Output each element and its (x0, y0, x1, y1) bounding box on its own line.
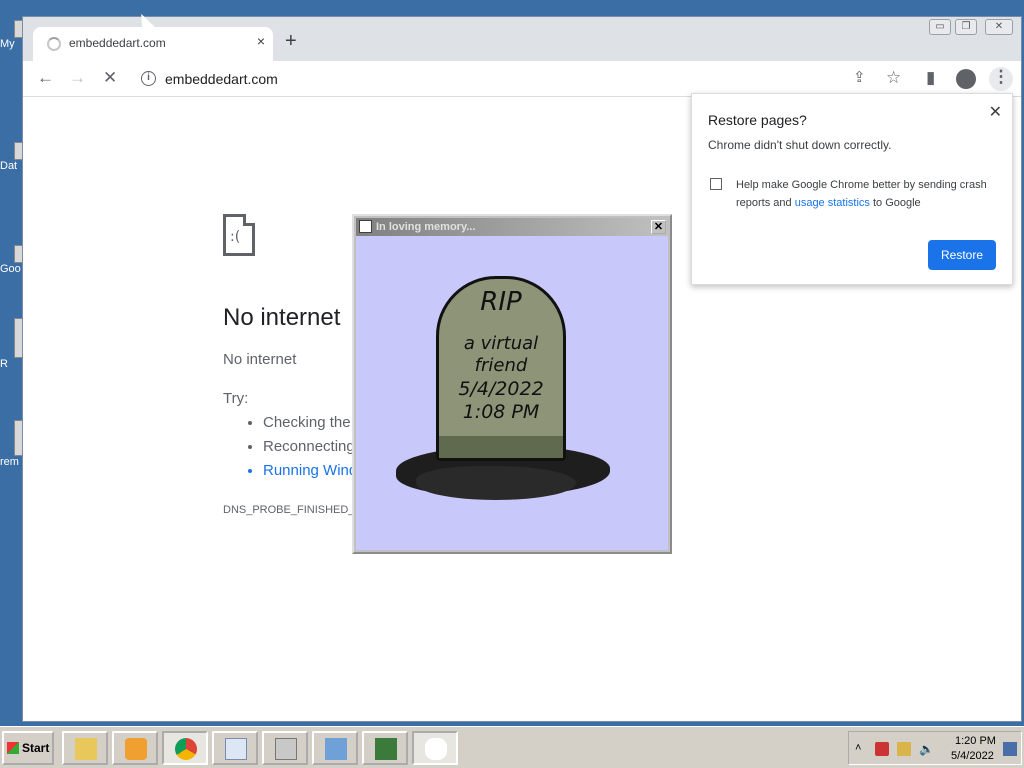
profile-icon[interactable] (956, 69, 976, 89)
suggestion-item: Reconnecting (263, 438, 357, 462)
taskbar-media[interactable] (112, 731, 158, 765)
back-arrow-icon[interactable]: ← (37, 68, 54, 88)
tombstone-line: 5/4/2022 (458, 378, 544, 400)
address-bar[interactable]: i embeddedart.com (135, 65, 855, 93)
info-icon[interactable]: i (141, 71, 156, 86)
file-icon (14, 142, 22, 160)
folder-icon (75, 738, 97, 760)
google-icon (14, 245, 22, 263)
tab-title: embeddedart.com (69, 36, 166, 50)
memory-window: In loving memory... ✕ RIP a virtual frie… (352, 214, 672, 554)
bunny-icon (425, 738, 447, 760)
memory-content: RIP a virtual friend 5/4/2022 1:08 PM (356, 236, 668, 550)
tombstone: RIP a virtual friend 5/4/2022 1:08 PM (436, 276, 566, 461)
tombstone-image: RIP a virtual friend 5/4/2022 1:08 PM (396, 276, 616, 506)
restore-message: Chrome didn't shut down correctly. (708, 138, 892, 152)
computer-icon (14, 20, 22, 38)
side-panel-icon[interactable]: ▮ (926, 68, 935, 88)
crash-report-label: Help make Google Chrome better by sendin… (736, 179, 987, 209)
taskbar-control-panel[interactable] (312, 731, 358, 765)
tombstone-line: RIP (480, 287, 522, 317)
suggestion-item: Checking the (263, 414, 357, 438)
clock-date[interactable]: 5/4/2022 (951, 750, 994, 762)
close-icon[interactable]: ✕ (989, 102, 1002, 122)
start-button[interactable]: Start (2, 731, 54, 765)
menu-kebab-icon[interactable]: ⋮ (989, 67, 1013, 91)
tab-embeddedart[interactable]: embeddedart.com × (33, 27, 273, 61)
tab-close-icon[interactable]: × (257, 33, 265, 49)
desktop-icon-5[interactable]: rem (0, 420, 22, 468)
chevron-up-icon[interactable]: ˄ (855, 742, 869, 756)
taskbar-chrome[interactable] (162, 731, 208, 765)
taskbar-explorer[interactable] (62, 731, 108, 765)
desktop-icon-3[interactable]: Goo (0, 245, 22, 275)
memory-title: In loving memory... (376, 221, 476, 233)
desktop-icon-2[interactable]: Dat (0, 142, 22, 172)
loading-spinner-icon (47, 37, 61, 51)
taskbar-notepad[interactable] (212, 731, 258, 765)
tab-strip: embeddedart.com × + ▭ ❐ ✕ (23, 17, 1021, 61)
restore-button[interactable]: Restore (928, 240, 996, 270)
security-alert-icon[interactable] (875, 742, 889, 756)
try-label: Try: (223, 390, 249, 407)
clock-time[interactable]: 1:20 PM (955, 735, 996, 747)
share-icon[interactable]: ⇪ (853, 68, 866, 88)
url-text: embeddedart.com (165, 71, 278, 87)
remote-icon (14, 420, 22, 456)
memory-titlebar[interactable]: In loving memory... ✕ (356, 218, 668, 236)
error-code: DNS_PROBE_FINISHED_N (223, 504, 363, 516)
restore-pages-popup: Restore pages? Chrome didn't shut down c… (691, 93, 1013, 285)
desktop-icon-1[interactable]: My (0, 20, 22, 50)
taskbar-windows[interactable] (262, 731, 308, 765)
desktop-icon-4[interactable]: R (0, 318, 22, 370)
error-subtitle: No internet (223, 351, 297, 368)
monitor-icon (375, 738, 397, 760)
volume-icon[interactable]: 🔈 (919, 742, 934, 756)
media-player-icon (125, 738, 147, 760)
restore-title: Restore pages? (708, 112, 807, 128)
tombstone-line: 1:08 PM (462, 401, 540, 423)
crash-report-checkbox[interactable] (710, 178, 722, 190)
suggestion-link[interactable]: Running Wind (263, 462, 357, 486)
taskbar-monitor[interactable] (362, 731, 408, 765)
suggestion-list: Checking the Reconnecting Running Wind (263, 414, 357, 486)
usage-statistics-link[interactable]: usage statistics (795, 197, 870, 209)
minimize-button[interactable]: ▭ (929, 19, 951, 35)
maximize-button[interactable]: ❐ (955, 19, 977, 35)
error-title: No internet (223, 304, 341, 331)
close-window-button[interactable]: ✕ (985, 19, 1013, 35)
recycle-icon (14, 318, 22, 358)
taskbar: Start ˄ 🔈 1:20 PM 5/4/2022 (0, 726, 1024, 768)
windows-flag-icon (7, 742, 19, 754)
sad-page-icon: :( (223, 214, 255, 256)
stop-loading-icon[interactable]: ✕ (103, 68, 117, 88)
document-icon (225, 738, 247, 760)
tombstone-line: friend (474, 355, 528, 376)
show-desktop-icon[interactable] (1003, 742, 1017, 756)
system-tray: ˄ 🔈 1:20 PM 5/4/2022 (848, 731, 1022, 765)
memory-close-button[interactable]: ✕ (651, 220, 666, 234)
bookmark-star-icon[interactable]: ☆ (886, 68, 901, 88)
toolbar: ← → ✕ i embeddedart.com ⇪ ☆ ▮ ⋮ (23, 61, 1021, 97)
app-icon (359, 220, 372, 233)
new-tab-button[interactable]: + (285, 31, 297, 51)
chrome-icon (175, 738, 197, 760)
control-panel-icon (325, 738, 347, 760)
forward-arrow-icon[interactable]: → (69, 68, 86, 88)
network-icon[interactable] (897, 742, 911, 756)
windows-stack-icon (275, 738, 297, 760)
taskbar-bunny[interactable] (412, 731, 458, 765)
tombstone-line: a virtual (463, 333, 539, 354)
